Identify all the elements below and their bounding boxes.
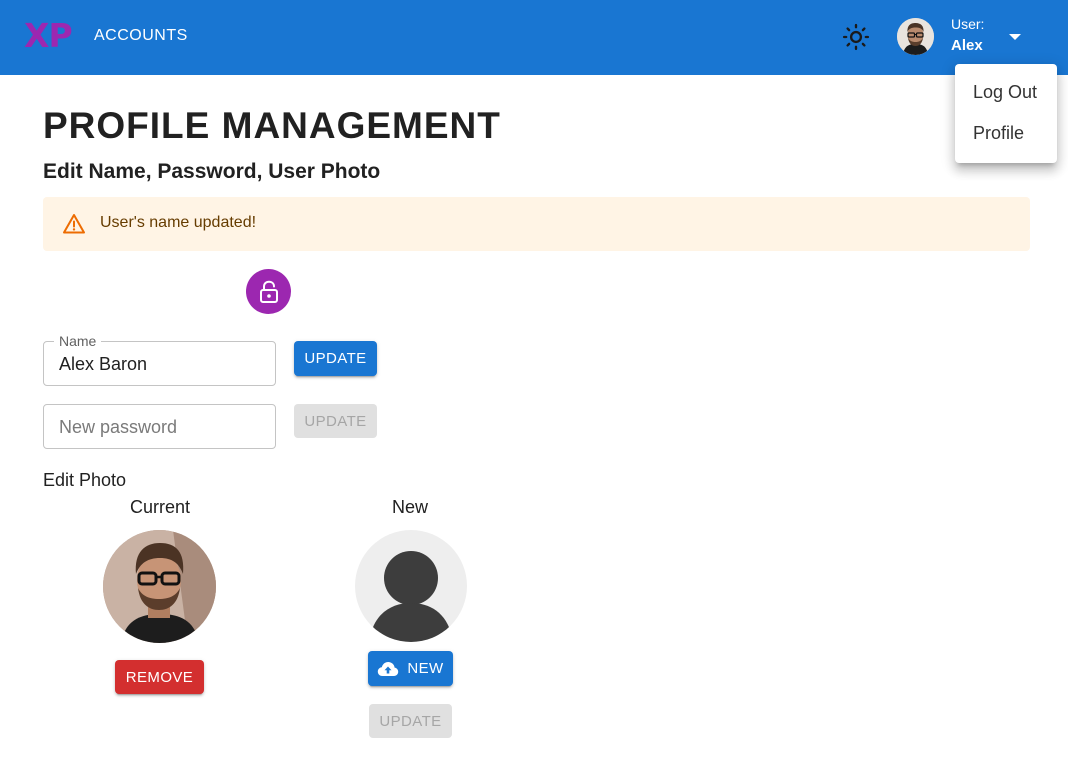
- person-silhouette-icon: [369, 551, 453, 642]
- alert-message: User's name updated!: [100, 214, 257, 231]
- new-photo-button-label: NEW: [407, 660, 444, 677]
- app-logo[interactable]: XP: [24, 16, 73, 56]
- page-subtitle: Edit Name, Password, User Photo: [43, 160, 381, 183]
- menu-item-log-out[interactable]: Log Out: [955, 72, 1057, 113]
- remove-photo-button[interactable]: REMOVE: [115, 660, 204, 694]
- user-label: User:: [951, 16, 985, 32]
- edit-photo-label: Edit Photo: [43, 470, 127, 490]
- app-bar: XP ACCOUNTS User: Alex: [0, 0, 1068, 75]
- new-password-placeholder[interactable]: New password: [59, 416, 177, 438]
- user-avatar[interactable]: [897, 18, 934, 55]
- sun-icon: [842, 23, 870, 51]
- menu-item-profile[interactable]: Profile: [955, 113, 1057, 154]
- new-password-field[interactable]: New password: [43, 404, 276, 449]
- new-photo-button[interactable]: NEW: [368, 651, 453, 686]
- cloud-upload-icon: [378, 661, 399, 676]
- caret-down-icon: [1009, 34, 1021, 40]
- nav-link-accounts[interactable]: ACCOUNTS: [94, 26, 188, 46]
- page-title: PROFILE MANAGEMENT: [43, 105, 501, 146]
- update-name-button[interactable]: UPDATE: [294, 341, 377, 376]
- user-menu: Log Out Profile: [955, 64, 1057, 163]
- warning-triangle-icon: [63, 214, 85, 234]
- user-name: Alex: [951, 37, 983, 54]
- name-field-value[interactable]: Alex Baron: [59, 353, 147, 375]
- new-photo-placeholder: [355, 530, 467, 642]
- name-field[interactable]: Name Alex Baron: [43, 333, 276, 386]
- update-photo-button[interactable]: UPDATE: [369, 704, 452, 738]
- name-field-label: Name: [54, 333, 102, 349]
- current-photo-image: [103, 530, 216, 643]
- current-photo: [103, 530, 216, 643]
- current-photo-label: Current: [129, 497, 191, 517]
- new-photo-label: New: [391, 497, 428, 517]
- success-alert: User's name updated!: [43, 197, 1030, 251]
- user-photo-image: [897, 18, 934, 55]
- theme-toggle-button[interactable]: [836, 17, 876, 57]
- update-password-button[interactable]: UPDATE: [294, 404, 377, 438]
- user-menu-toggle[interactable]: [1003, 26, 1027, 48]
- lock-avatar: [246, 269, 291, 314]
- lock-open-icon: [259, 280, 278, 303]
